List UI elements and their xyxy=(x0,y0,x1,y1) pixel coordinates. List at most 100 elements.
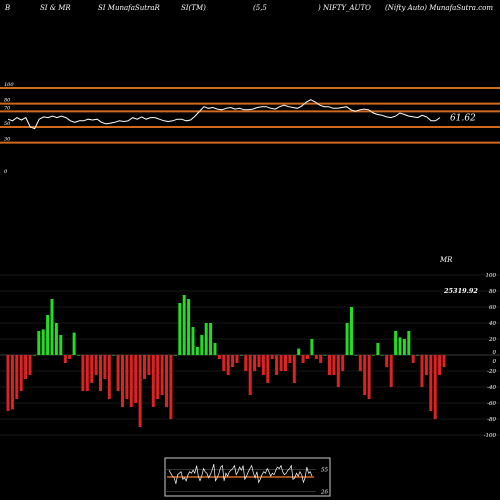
mr-y-tick: -100 xyxy=(484,433,497,439)
mr-bar xyxy=(336,355,340,387)
mr-bar xyxy=(345,323,349,355)
mr-bar xyxy=(121,355,124,407)
mr-bar xyxy=(235,355,239,363)
mr-bar xyxy=(226,355,230,375)
mr-y-tick: 0 xyxy=(493,359,497,365)
mr-bar xyxy=(125,355,129,399)
mr-bar xyxy=(292,355,296,383)
mr-bar xyxy=(165,355,168,407)
rsi-y-tick: 80 xyxy=(4,98,11,104)
mr-bar xyxy=(398,337,402,355)
mr-bar xyxy=(323,355,327,356)
mr-value-label: 25319.92 xyxy=(443,287,478,295)
mr-y-tick: 100 xyxy=(486,273,497,279)
mr-bar xyxy=(332,355,336,375)
mr-bar xyxy=(420,355,424,387)
mr-bar xyxy=(438,355,442,375)
mr-bar xyxy=(358,355,362,371)
mr-y-tick: -20 xyxy=(487,369,496,375)
mr-bar xyxy=(72,332,76,355)
rsi-last-value: 61.62 xyxy=(450,114,476,124)
mr-y-tick: -60 xyxy=(487,401,496,407)
mr-bar xyxy=(10,355,14,410)
mr-bar xyxy=(328,355,331,375)
mr-bar xyxy=(50,299,54,355)
mr-bar xyxy=(143,355,146,379)
rsi-y-tick: 70 xyxy=(4,105,11,111)
mr-bar xyxy=(433,355,437,419)
indicator-chart: 10080705030061.62 MR1008060402000-20-40-… xyxy=(0,82,500,497)
mr-bar xyxy=(275,355,279,375)
mr-bar xyxy=(407,331,411,355)
mr-bar xyxy=(156,355,160,399)
mr-bar xyxy=(248,355,252,395)
mr-bar xyxy=(385,355,389,367)
mr-bar xyxy=(200,335,204,355)
mr-bar xyxy=(350,307,353,355)
mr-bar xyxy=(195,347,199,355)
mini-panel: 55 26 xyxy=(164,457,331,497)
mr-bar xyxy=(231,355,235,367)
mr-bar xyxy=(6,355,10,411)
mr-bar xyxy=(182,295,186,355)
mr-y-tick: 40 xyxy=(488,321,496,327)
mr-bar xyxy=(270,355,274,359)
mr-bar xyxy=(134,355,138,403)
mr-bar xyxy=(239,355,243,356)
mr-bar xyxy=(24,355,28,379)
mini-y-tick: 55 xyxy=(321,467,328,473)
mr-bar xyxy=(257,355,261,367)
mr-bar xyxy=(99,355,102,391)
mr-bar xyxy=(402,339,406,355)
mr-bar xyxy=(191,327,195,355)
mr-bar xyxy=(112,355,116,356)
mr-bar xyxy=(54,323,58,355)
mr-bar xyxy=(28,355,32,375)
mr-bar xyxy=(41,329,45,355)
mr-bar xyxy=(37,331,41,355)
mr-bar xyxy=(173,355,177,356)
mr-bar xyxy=(63,355,67,363)
mr-bar xyxy=(116,355,120,391)
mr-bar xyxy=(77,355,80,356)
mr-bar xyxy=(314,355,318,359)
mr-y-tick: 0 xyxy=(493,350,497,356)
mr-bar xyxy=(85,355,89,391)
mr-bar xyxy=(222,355,226,371)
mr-bar xyxy=(209,323,213,355)
mr-bar xyxy=(367,355,371,399)
rsi-panel: 100 8070 50 30 0 61.62 xyxy=(0,82,500,175)
mr-bar xyxy=(32,355,36,356)
mr-panel: MR 100 80 60 40 20 0 0 -20 -40 -60 -80 -100 25319.92 xyxy=(0,256,500,439)
mr-bar xyxy=(288,355,292,363)
mr-bar xyxy=(81,355,85,391)
mr-bar xyxy=(178,303,182,355)
mini-y-tick: 26 xyxy=(320,489,328,495)
mr-bar xyxy=(244,355,248,371)
mr-bar xyxy=(297,348,301,355)
rsi-y-tick: 100 xyxy=(4,82,14,88)
mr-bar xyxy=(372,355,375,356)
mr-bar xyxy=(19,355,23,391)
mr-bar xyxy=(160,355,164,395)
mr-bar xyxy=(376,343,380,355)
mr-bar xyxy=(187,299,191,355)
mr-bar xyxy=(424,355,428,375)
mr-bar xyxy=(261,355,265,375)
rsi-y-tick: 0 xyxy=(4,169,8,175)
mr-title: MR xyxy=(439,256,453,264)
mr-y-tick: -80 xyxy=(487,417,496,423)
mr-bar xyxy=(341,355,345,371)
rsi-y-tick: 50 xyxy=(4,121,11,127)
mr-bar xyxy=(138,355,142,427)
mr-bar xyxy=(107,355,111,399)
mr-bar xyxy=(90,355,94,383)
rsi-y-tick: 30 xyxy=(4,137,11,143)
mr-y-tick: 20 xyxy=(488,337,496,343)
mr-bar xyxy=(301,355,305,363)
mr-bar xyxy=(147,355,151,375)
mr-y-tick: 60 xyxy=(489,305,496,311)
mr-bar xyxy=(429,355,433,411)
mr-bar xyxy=(363,355,367,395)
mr-bar xyxy=(46,315,50,355)
